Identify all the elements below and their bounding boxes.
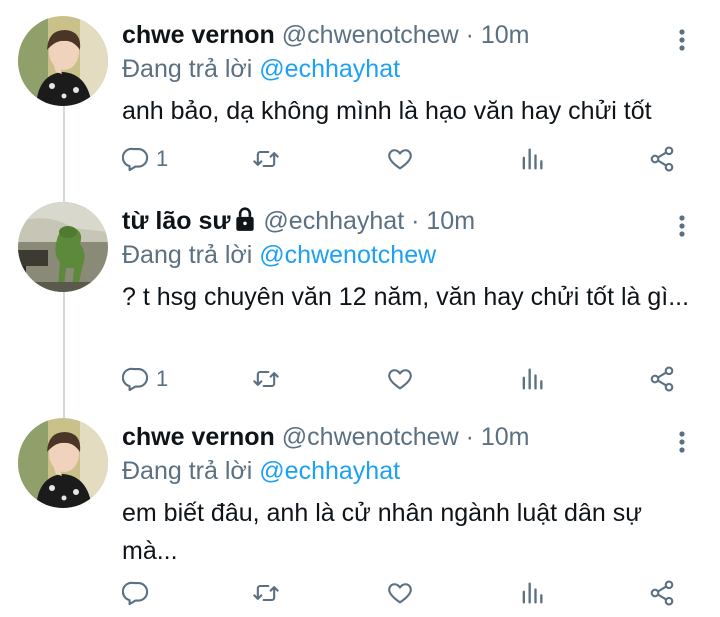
reply-prefix: Đang trả lời — [122, 241, 253, 269]
tweet-header: chwe vernon @chwenotchew · 10m — [122, 422, 530, 452]
tweet-actions: 1 — [122, 142, 692, 176]
analytics-icon — [522, 148, 543, 170]
mention-link[interactable]: @echhayhat — [259, 457, 400, 485]
display-name[interactable]: chwe vernon — [122, 423, 275, 451]
analytics-button[interactable] — [518, 576, 546, 610]
user-handle[interactable]: @chwenotchew — [282, 423, 459, 451]
like-icon — [388, 583, 412, 604]
more-icon[interactable] — [672, 26, 692, 54]
timestamp[interactable]: 10m — [481, 423, 530, 451]
avatar-image — [18, 418, 108, 508]
share-icon — [650, 146, 674, 172]
reply-count: 1 — [156, 146, 169, 171]
tweet-text: ? t hsg chuyên văn 12 năm, văn hay chửi … — [122, 283, 690, 311]
tweet-actions: 1 — [122, 362, 692, 396]
separator: · — [465, 21, 474, 49]
like-button[interactable] — [386, 576, 414, 610]
tweet-text: anh bảo, dạ không mình là hạo văn hay ch… — [122, 97, 652, 125]
separator: · — [465, 423, 474, 451]
analytics-button[interactable] — [518, 142, 546, 176]
mention-link[interactable]: @echhayhat — [259, 55, 400, 83]
reply-prefix: Đang trả lời — [122, 55, 253, 83]
reply-button[interactable]: 1 — [122, 142, 168, 176]
tweet-header: từ lão sư @echhayhat · 10m — [122, 206, 475, 236]
more-icon[interactable] — [672, 428, 692, 456]
retweet-button[interactable] — [252, 576, 280, 610]
separator: · — [411, 207, 420, 235]
avatar-image — [18, 16, 108, 106]
reply-icon — [122, 581, 149, 606]
reply-icon — [122, 367, 149, 392]
replying-to: Đang trả lời @echhayhat — [122, 456, 400, 486]
timestamp[interactable]: 10m — [426, 207, 475, 235]
retweet-button[interactable] — [252, 142, 280, 176]
share-icon — [650, 366, 674, 392]
lock-icon — [236, 207, 255, 231]
mention-link[interactable]: @chwenotchew — [259, 241, 436, 269]
like-button[interactable] — [386, 142, 414, 176]
tweet[interactable]: từ lão sư @echhayhat · 10m Đang trả lời … — [0, 202, 720, 412]
share-button[interactable] — [648, 576, 676, 610]
replying-to: Đang trả lời @chwenotchew — [122, 240, 436, 270]
timestamp[interactable]: 10m — [481, 21, 530, 49]
reply-prefix: Đang trả lời — [122, 457, 253, 485]
tweet-actions — [122, 576, 692, 610]
reply-icon — [122, 147, 149, 172]
user-handle[interactable]: @chwenotchew — [282, 21, 459, 49]
share-button[interactable] — [648, 362, 676, 396]
like-icon — [388, 149, 412, 170]
analytics-icon — [522, 582, 543, 604]
analytics-icon — [522, 368, 543, 390]
share-icon — [650, 580, 674, 606]
tweet[interactable]: chwe vernon @chwenotchew · 10m Đang trả … — [0, 418, 720, 617]
more-icon[interactable] — [672, 212, 692, 240]
tweet-text: em biết đâu, anh là cử nhân ngành luật d… — [122, 499, 642, 565]
avatar-image — [18, 202, 108, 292]
tweet-header: chwe vernon @chwenotchew · 10m — [122, 20, 530, 50]
user-handle[interactable]: @echhayhat — [263, 207, 404, 235]
retweet-button[interactable] — [252, 362, 280, 396]
share-button[interactable] — [648, 142, 676, 176]
tweet[interactable]: chwe vernon @chwenotchew · 10m Đang trả … — [0, 16, 720, 196]
retweet-icon — [253, 370, 279, 388]
retweet-icon — [253, 584, 279, 602]
avatar[interactable] — [18, 16, 108, 106]
replying-to: Đang trả lời @echhayhat — [122, 54, 400, 84]
display-name[interactable]: từ lão sư — [122, 207, 230, 235]
reply-button[interactable]: 1 — [122, 362, 168, 396]
reply-count: 1 — [156, 366, 169, 391]
reply-button[interactable] — [122, 576, 156, 610]
avatar[interactable] — [18, 202, 108, 292]
like-button[interactable] — [386, 362, 414, 396]
retweet-icon — [253, 150, 279, 168]
like-icon — [388, 369, 412, 390]
avatar[interactable] — [18, 418, 108, 508]
analytics-button[interactable] — [518, 362, 546, 396]
display-name[interactable]: chwe vernon — [122, 21, 275, 49]
